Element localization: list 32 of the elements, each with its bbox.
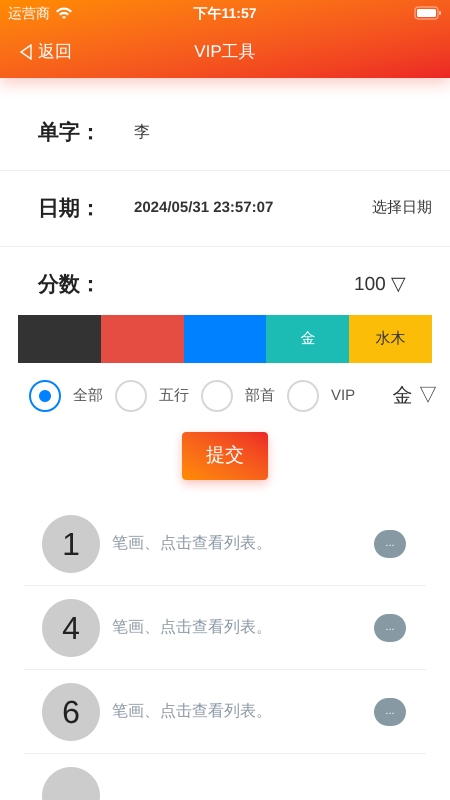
- radio-label: 部首: [245, 386, 275, 406]
- radio-label: 全部: [73, 386, 103, 406]
- number-badge: 1: [42, 514, 100, 572]
- more-button[interactable]: ...: [374, 698, 406, 726]
- radio-label: 五行: [159, 386, 189, 406]
- segment-label: 金: [300, 328, 316, 349]
- field-value: 2024/05/31 23:57:07: [134, 198, 274, 218]
- segment-label: 水木: [376, 328, 406, 349]
- radio-label: VIP: [331, 386, 356, 406]
- field-label: 日期：: [38, 196, 102, 222]
- radio-button[interactable]: [29, 380, 61, 412]
- more-button[interactable]: ...: [374, 530, 406, 558]
- result-text: 笔画、点击查看列表。: [112, 618, 273, 638]
- status-time: 下午11:57: [193, 4, 257, 22]
- select-date-link[interactable]: 选择日期: [372, 197, 432, 220]
- number-badge: 6: [42, 682, 100, 740]
- element-dropdown[interactable]: 金 ▽: [392, 381, 438, 411]
- battery-icon: [414, 6, 442, 20]
- result-text: 笔画、点击查看列表。: [112, 702, 273, 722]
- wifi-icon: [55, 6, 73, 20]
- page-title: VIP工具: [194, 41, 256, 64]
- score-dropdown[interactable]: 100 ▽: [354, 270, 406, 300]
- number-badge: 4: [42, 598, 100, 656]
- field-label: 分数：: [38, 272, 102, 298]
- back-icon: [20, 44, 32, 60]
- more-button[interactable]: ...: [374, 614, 406, 642]
- back-button[interactable]: 返回: [0, 39, 72, 65]
- field-value[interactable]: 李: [134, 120, 150, 144]
- field-label: 单字：: [38, 120, 102, 146]
- submit-button[interactable]: 提交: [182, 432, 268, 480]
- result-text: 笔画、点击查看列表。: [112, 534, 273, 554]
- carrier-label: 运营商: [8, 4, 50, 22]
